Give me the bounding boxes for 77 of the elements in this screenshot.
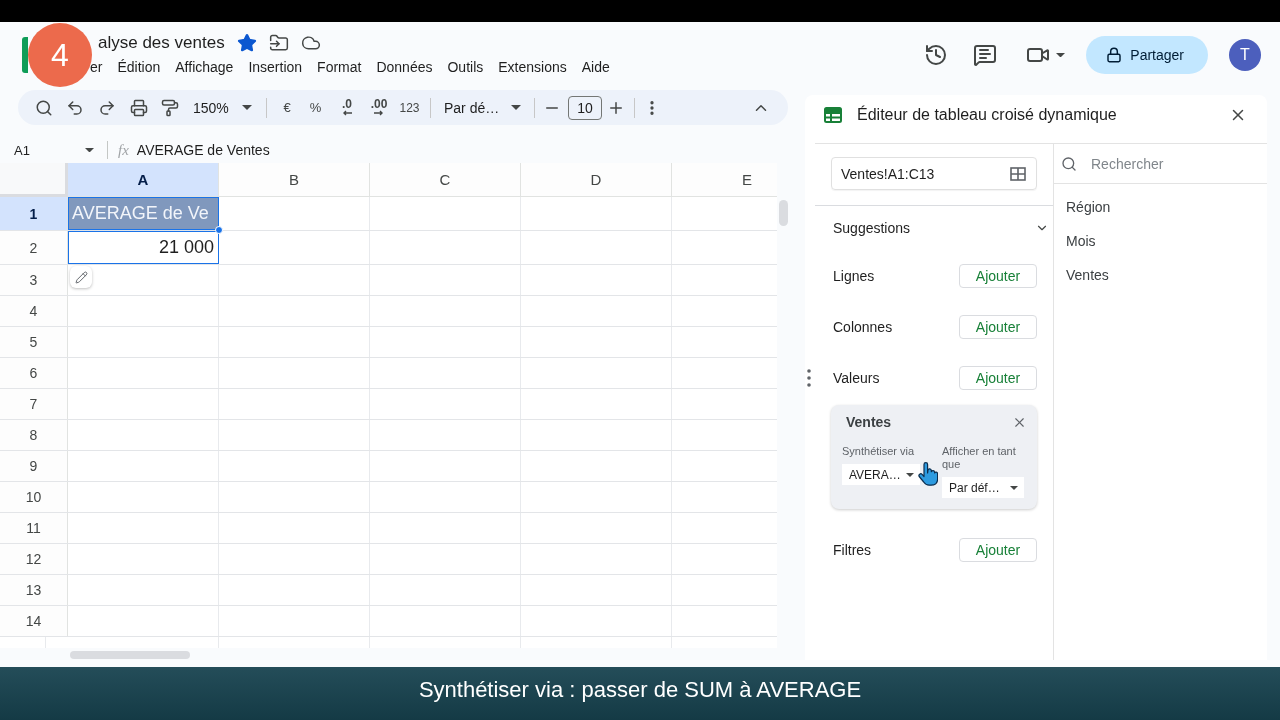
caption-text: Synthétiser via : passer de SUM à AVERAGE <box>418 676 862 703</box>
add-button[interactable]: Ajouter <box>959 365 1037 390</box>
section-label: Colonnes <box>833 318 893 335</box>
arrow-left-icon <box>342 110 352 116</box>
column-header[interactable]: C <box>370 163 521 197</box>
increase-decimal-button[interactable]: .00 <box>370 99 388 116</box>
history-icon[interactable] <box>924 43 949 67</box>
caret-icon <box>1056 52 1066 58</box>
grid-icon[interactable] <box>1010 166 1026 181</box>
column-header[interactable]: D <box>521 163 672 197</box>
fx-label: fx <box>118 141 129 159</box>
share-button[interactable]: Partager <box>1086 36 1208 74</box>
pencil-icon[interactable] <box>70 266 92 288</box>
currency-button[interactable]: € <box>283 100 291 115</box>
menu-item[interactable]: er <box>90 59 103 75</box>
section-label: Valeurs <box>833 369 880 386</box>
paint-roller-icon[interactable] <box>161 98 179 117</box>
hand-cursor-icon <box>918 462 938 486</box>
scrollbar-thumb[interactable] <box>70 651 190 659</box>
arrow-right-icon <box>374 110 384 116</box>
font-size-field[interactable]: 10 <box>568 95 602 120</box>
scrollbar-thumb[interactable] <box>779 200 788 226</box>
menu-item[interactable]: Insertion <box>248 59 303 75</box>
show-as-dropdown[interactable]: Par déf… <box>942 477 1024 498</box>
suggestions-toggle[interactable]: Suggestions <box>833 220 911 236</box>
printer-icon[interactable] <box>129 98 148 117</box>
add-button[interactable]: Ajouter <box>959 314 1037 339</box>
menu-item[interactable]: Aide <box>581 59 610 75</box>
spreadsheet-cell[interactable]: 21 000 <box>68 231 219 264</box>
menu-item[interactable]: Affichage <box>175 59 234 75</box>
range-field[interactable]: Ventes!A1:C13 <box>831 157 1037 190</box>
menu-item[interactable]: Outils <box>447 59 484 75</box>
field-label: Afficher en tant que <box>942 445 1017 471</box>
menu-item[interactable]: Données <box>376 59 433 75</box>
caret-icon <box>1010 485 1018 490</box>
summarize-dropdown[interactable]: AVERA… <box>842 464 920 485</box>
caret-icon <box>85 147 94 153</box>
add-button[interactable]: Ajouter <box>959 263 1037 288</box>
value-card-title: Ventes <box>846 414 892 430</box>
formula-field[interactable]: AVERAGE de Ventes <box>136 142 270 158</box>
undo-icon[interactable] <box>66 98 84 117</box>
caret-icon <box>511 105 521 110</box>
panel-title: Éditeur de tableau croisé dynamique <box>857 106 1117 124</box>
field-label: Synthétiser via <box>842 445 916 458</box>
search-field[interactable]: Rechercher <box>1054 144 1267 184</box>
star-icon[interactable] <box>236 33 257 53</box>
number-format-button[interactable]: 123 <box>399 100 420 115</box>
row-header[interactable]: 1 <box>0 197 68 230</box>
font-dropdown[interactable]: Par dé… <box>438 93 526 122</box>
search-icon[interactable] <box>34 98 53 117</box>
table-icon <box>824 107 842 123</box>
zoom-dropdown[interactable]: 150% <box>187 93 257 122</box>
menu-item[interactable]: Format <box>317 59 362 75</box>
column-header[interactable]: A <box>68 163 219 197</box>
section-label: Filtres <box>833 541 872 558</box>
field-item[interactable]: Mois <box>1054 224 1267 258</box>
comment-icon[interactable] <box>973 43 998 67</box>
column-header[interactable]: B <box>219 163 370 197</box>
field-item[interactable]: Région <box>1054 190 1267 224</box>
menu-item[interactable]: Édition <box>117 59 161 75</box>
cell-reference-box[interactable]: A1 <box>0 137 100 163</box>
add-button[interactable]: Ajouter <box>959 537 1037 562</box>
lock-icon <box>1106 47 1123 63</box>
section-label: Lignes <box>833 267 875 284</box>
menu-item[interactable]: Extensions <box>498 59 567 75</box>
search-icon <box>1061 155 1077 172</box>
redo-icon[interactable] <box>98 98 116 117</box>
cloud-icon[interactable] <box>300 33 321 53</box>
caret-icon <box>906 472 914 477</box>
decrease-decimal-button[interactable]: .0 <box>342 99 352 116</box>
document-title[interactable]: alyse des ventes <box>98 33 225 53</box>
caret-icon <box>242 105 252 110</box>
drag-handle-icon[interactable] <box>807 369 811 387</box>
folder-icon[interactable] <box>268 33 289 53</box>
field-item[interactable]: Ventes <box>1054 258 1267 292</box>
avatar[interactable]: T <box>1229 39 1261 71</box>
percent-button[interactable]: % <box>309 100 322 115</box>
